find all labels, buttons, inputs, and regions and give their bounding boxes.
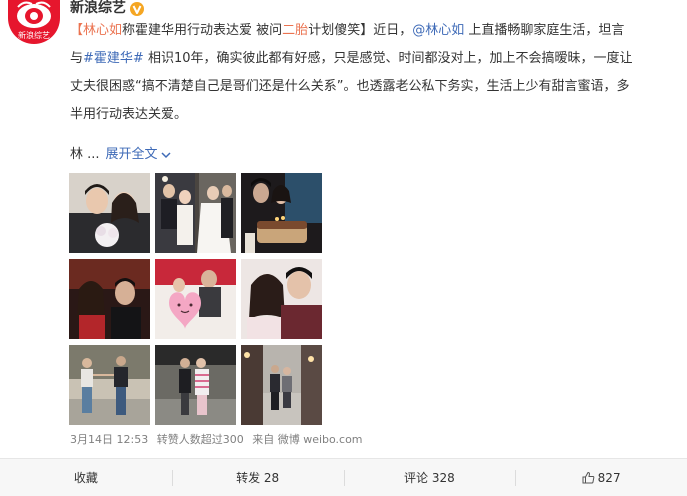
line2-prefix: 与 xyxy=(70,51,84,66)
title-text: 称霍建华用行动表达爱 被问 xyxy=(122,23,283,38)
account-name[interactable]: 新浪综艺 xyxy=(70,0,126,16)
line1-tail: 上直播畅聊家庭生活，坦言 xyxy=(464,23,625,38)
photo-street-walk-night[interactable] xyxy=(241,345,322,425)
verified-v-icon[interactable] xyxy=(130,1,144,16)
hashtag-link[interactable]: #霍建华# xyxy=(83,51,144,66)
post-meta: 3月14日 12:53 转赞人数超过300 来自 微博 weibo.com xyxy=(70,433,363,447)
comment-label: 评论 328 xyxy=(404,471,455,485)
like-count: 827 xyxy=(597,470,621,485)
photo-street-walk-1[interactable] xyxy=(69,345,150,425)
title-bracket-open: 【 xyxy=(70,23,84,38)
sina-entertainment-logo: 新浪综艺 xyxy=(8,0,60,44)
photo-street-walk-2[interactable] xyxy=(155,345,236,425)
expand-prefix: 林 ... xyxy=(70,147,100,162)
expand-label: 展开全文 xyxy=(105,147,158,162)
favorite-label: 收藏 xyxy=(73,471,98,485)
repost-count-note: 转赞人数超过300 xyxy=(156,433,244,446)
second-child-highlight: 二胎 xyxy=(282,23,309,38)
avatar-label: 新浪综艺 xyxy=(18,30,50,40)
photo-wedding-group[interactable] xyxy=(155,173,236,253)
mention-link[interactable]: @林心如 xyxy=(412,23,464,38)
mention-name-link[interactable]: 林心如 xyxy=(83,23,122,38)
thumbs-up-icon xyxy=(582,471,595,484)
expand-row: 林 ... 展开全文 xyxy=(70,147,171,163)
post-line-4: 半用行动表达关爱。 xyxy=(70,107,188,122)
repost-button[interactable]: 转发 28 xyxy=(171,459,344,496)
photo-night-out-selfie[interactable] xyxy=(69,259,150,339)
post-header: 新浪综艺 xyxy=(70,0,144,16)
post-text: 【林心如称霍建华用行动表达爱 被问二胎计划傻笑】近日，@林心如 上直播畅聊家庭生… xyxy=(70,17,676,129)
expand-full-text-button[interactable]: 展开全文 xyxy=(106,147,171,163)
photo-couple-selfie[interactable] xyxy=(241,259,322,339)
comment-button[interactable]: 评论 328 xyxy=(343,459,516,496)
post-source[interactable]: 来自 微博 weibo.com xyxy=(252,433,362,446)
favorite-button[interactable]: 收藏 xyxy=(0,459,172,496)
chevron-down-icon xyxy=(161,152,171,159)
post-timestamp[interactable]: 3月14日 12:53 xyxy=(70,433,148,446)
post-line-2: 与#霍建华# 相识10年，确实彼此都有好感，只是感觉、时间都没对上，加上不会搞暧… xyxy=(70,45,676,73)
post-line-1: 【林心如称霍建华用行动表达爱 被问二胎计划傻笑】近日，@林心如 上直播畅聊家庭生… xyxy=(70,17,676,45)
photo-couple-portrait-flowers[interactable] xyxy=(69,173,150,253)
action-bar: 收藏 转发 28 评论 328 827 xyxy=(0,459,687,496)
post-line-3: 丈夫很困惑“搞不清楚自己是哥们还是什么关系”。也透露老公私下务实，生活上少有甜言… xyxy=(70,79,630,94)
line2-text: 相识10年，确实彼此都有好感，只是感觉、时间都没对上，加上不会搞暧昧，一度让 xyxy=(143,51,633,66)
photo-birthday-cake[interactable] xyxy=(241,173,322,253)
photo-heart-pillow[interactable] xyxy=(155,259,236,339)
repost-label: 转发 28 xyxy=(236,471,280,485)
like-button[interactable]: 827 xyxy=(515,459,687,496)
avatar[interactable]: 新浪综艺 xyxy=(8,0,60,44)
intro-text: 近日， xyxy=(373,23,413,38)
title-end: 计划傻笑】 xyxy=(308,23,374,38)
